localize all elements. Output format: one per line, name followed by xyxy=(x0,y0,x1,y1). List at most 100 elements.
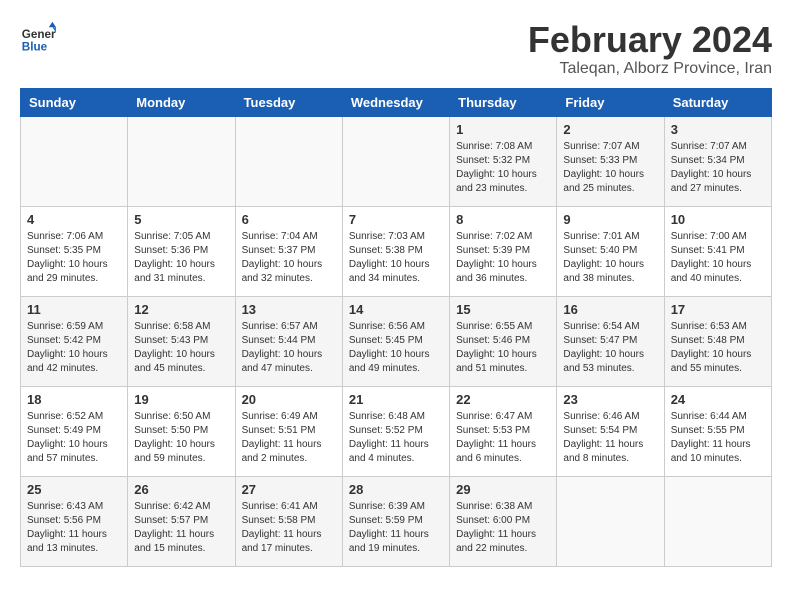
day-info: Sunrise: 6:48 AM Sunset: 5:52 PM Dayligh… xyxy=(349,410,443,466)
calendar-day-cell: 6 Sunrise: 7:04 AM Sunset: 5:37 PM Daylig… xyxy=(235,206,342,296)
day-info: Sunrise: 6:58 AM Sunset: 5:43 PM Dayligh… xyxy=(134,320,228,376)
calendar-day-cell: 22 Sunrise: 6:47 AM Sunset: 5:53 PM Dayli… xyxy=(450,386,557,476)
page-title: February 2024 xyxy=(528,20,772,60)
day-info: Sunrise: 7:08 AM Sunset: 5:32 PM Dayligh… xyxy=(456,140,550,196)
day-number: 18 xyxy=(27,392,121,407)
calendar-day-cell: 3 Sunrise: 7:07 AM Sunset: 5:34 PM Daylig… xyxy=(664,116,771,206)
day-info: Sunrise: 7:02 AM Sunset: 5:39 PM Dayligh… xyxy=(456,230,550,286)
calendar-day-cell: 13Sunrise: 6:57 AM Sunset: 5:44 PM Dayli… xyxy=(235,296,342,386)
day-info: Sunrise: 7:03 AM Sunset: 5:38 PM Dayligh… xyxy=(349,230,443,286)
day-number: 24 xyxy=(671,392,765,407)
svg-text:General: General xyxy=(22,28,56,41)
day-number: 2 xyxy=(563,122,657,137)
day-number: 6 xyxy=(242,212,336,227)
day-number: 29 xyxy=(456,482,550,497)
day-info: Sunrise: 7:00 AM Sunset: 5:41 PM Dayligh… xyxy=(671,230,765,286)
calendar-day-cell: 2Sunrise: 7:07 AM Sunset: 5:33 PM Daylig… xyxy=(557,116,664,206)
day-number: 5 xyxy=(134,212,228,227)
day-of-week-header: Wednesday xyxy=(342,88,449,116)
day-info: Sunrise: 6:49 AM Sunset: 5:51 PM Dayligh… xyxy=(242,410,336,466)
calendar-table: SundayMondayTuesdayWednesdayThursdayFrid… xyxy=(20,88,772,567)
calendar-day-cell xyxy=(342,116,449,206)
day-of-week-header: Tuesday xyxy=(235,88,342,116)
calendar-day-cell: 28Sunrise: 6:39 AM Sunset: 5:59 PM Dayli… xyxy=(342,476,449,566)
day-info: Sunrise: 7:06 AM Sunset: 5:35 PM Dayligh… xyxy=(27,230,121,286)
calendar-day-cell: 7 Sunrise: 7:03 AM Sunset: 5:38 PM Daylig… xyxy=(342,206,449,296)
day-number: 20 xyxy=(242,392,336,407)
calendar-day-cell: 14 Sunrise: 6:56 AM Sunset: 5:45 PM Dayli… xyxy=(342,296,449,386)
calendar-day-cell: 12 Sunrise: 6:58 AM Sunset: 5:43 PM Dayli… xyxy=(128,296,235,386)
page-subtitle: Taleqan, Alborz Province, Iran xyxy=(528,60,772,78)
calendar-day-cell: 21 Sunrise: 6:48 AM Sunset: 5:52 PM Dayli… xyxy=(342,386,449,476)
day-info: Sunrise: 6:52 AM Sunset: 5:49 PM Dayligh… xyxy=(27,410,121,466)
day-info: Sunrise: 6:46 AM Sunset: 5:54 PM Dayligh… xyxy=(563,410,657,466)
calendar-day-cell: 29 Sunrise: 6:38 AM Sunset: 6:00 PM Dayli… xyxy=(450,476,557,566)
day-info: Sunrise: 6:56 AM Sunset: 5:45 PM Dayligh… xyxy=(349,320,443,376)
day-number: 11 xyxy=(27,302,121,317)
calendar-day-cell: 4 Sunrise: 7:06 AM Sunset: 5:35 PM Daylig… xyxy=(21,206,128,296)
calendar-day-cell xyxy=(557,476,664,566)
day-number: 26 xyxy=(134,482,228,497)
calendar-week-row: 11 Sunrise: 6:59 AM Sunset: 5:42 PM Dayli… xyxy=(21,296,772,386)
day-info: Sunrise: 6:55 AM Sunset: 5:46 PM Dayligh… xyxy=(456,320,550,376)
days-of-week-header: SundayMondayTuesdayWednesdayThursdayFrid… xyxy=(21,88,772,116)
day-info: Sunrise: 6:43 AM Sunset: 5:56 PM Dayligh… xyxy=(27,500,121,556)
calendar-day-cell: 23 Sunrise: 6:46 AM Sunset: 5:54 PM Dayli… xyxy=(557,386,664,476)
day-info: Sunrise: 6:42 AM Sunset: 5:57 PM Dayligh… xyxy=(134,500,228,556)
day-info: Sunrise: 6:47 AM Sunset: 5:53 PM Dayligh… xyxy=(456,410,550,466)
calendar-week-row: 1 Sunrise: 7:08 AM Sunset: 5:32 PM Daylig… xyxy=(21,116,772,206)
day-of-week-header: Friday xyxy=(557,88,664,116)
calendar-day-cell: 5 Sunrise: 7:05 AM Sunset: 5:36 PM Daylig… xyxy=(128,206,235,296)
calendar-day-cell: 17 Sunrise: 6:53 AM Sunset: 5:48 PM Dayli… xyxy=(664,296,771,386)
day-info: Sunrise: 7:07 AM Sunset: 5:34 PM Dayligh… xyxy=(671,140,765,196)
svg-text:Blue: Blue xyxy=(22,41,48,54)
day-number: 22 xyxy=(456,392,550,407)
calendar-day-cell: 27 Sunrise: 6:41 AM Sunset: 5:58 PM Dayli… xyxy=(235,476,342,566)
logo: General Blue xyxy=(20,20,56,56)
calendar-body: 1 Sunrise: 7:08 AM Sunset: 5:32 PM Daylig… xyxy=(21,116,772,566)
calendar-day-cell: 25 Sunrise: 6:43 AM Sunset: 5:56 PM Dayli… xyxy=(21,476,128,566)
calendar-day-cell xyxy=(664,476,771,566)
calendar-day-cell xyxy=(21,116,128,206)
day-of-week-header: Thursday xyxy=(450,88,557,116)
day-info: Sunrise: 6:39 AM Sunset: 5:59 PM Dayligh… xyxy=(349,500,443,556)
day-number: 16 xyxy=(563,302,657,317)
day-of-week-header: Saturday xyxy=(664,88,771,116)
day-number: 1 xyxy=(456,122,550,137)
day-info: Sunrise: 6:59 AM Sunset: 5:42 PM Dayligh… xyxy=(27,320,121,376)
calendar-week-row: 4 Sunrise: 7:06 AM Sunset: 5:35 PM Daylig… xyxy=(21,206,772,296)
calendar-day-cell: 9 Sunrise: 7:01 AM Sunset: 5:40 PM Daylig… xyxy=(557,206,664,296)
calendar-week-row: 18 Sunrise: 6:52 AM Sunset: 5:49 PM Dayli… xyxy=(21,386,772,476)
day-number: 15 xyxy=(456,302,550,317)
day-info: Sunrise: 6:53 AM Sunset: 5:48 PM Dayligh… xyxy=(671,320,765,376)
day-number: 7 xyxy=(349,212,443,227)
calendar-day-cell: 11 Sunrise: 6:59 AM Sunset: 5:42 PM Dayli… xyxy=(21,296,128,386)
day-number: 13 xyxy=(242,302,336,317)
day-number: 3 xyxy=(671,122,765,137)
day-number: 25 xyxy=(27,482,121,497)
day-number: 12 xyxy=(134,302,228,317)
calendar-day-cell: 16 Sunrise: 6:54 AM Sunset: 5:47 PM Dayli… xyxy=(557,296,664,386)
calendar-day-cell xyxy=(128,116,235,206)
day-info: Sunrise: 6:41 AM Sunset: 5:58 PM Dayligh… xyxy=(242,500,336,556)
day-number: 21 xyxy=(349,392,443,407)
day-of-week-header: Sunday xyxy=(21,88,128,116)
calendar-day-cell: 8 Sunrise: 7:02 AM Sunset: 5:39 PM Daylig… xyxy=(450,206,557,296)
day-number: 4 xyxy=(27,212,121,227)
calendar-week-row: 25 Sunrise: 6:43 AM Sunset: 5:56 PM Dayli… xyxy=(21,476,772,566)
calendar-day-cell xyxy=(235,116,342,206)
day-info: Sunrise: 7:05 AM Sunset: 5:36 PM Dayligh… xyxy=(134,230,228,286)
day-number: 17 xyxy=(671,302,765,317)
day-number: 9 xyxy=(563,212,657,227)
day-info: Sunrise: 7:01 AM Sunset: 5:40 PM Dayligh… xyxy=(563,230,657,286)
day-info: Sunrise: 6:38 AM Sunset: 6:00 PM Dayligh… xyxy=(456,500,550,556)
calendar-day-cell: 19Sunrise: 6:50 AM Sunset: 5:50 PM Dayli… xyxy=(128,386,235,476)
day-number: 14 xyxy=(349,302,443,317)
day-number: 27 xyxy=(242,482,336,497)
day-number: 10 xyxy=(671,212,765,227)
day-number: 8 xyxy=(456,212,550,227)
day-number: 23 xyxy=(563,392,657,407)
day-number: 19 xyxy=(134,392,228,407)
day-info: Sunrise: 6:54 AM Sunset: 5:47 PM Dayligh… xyxy=(563,320,657,376)
day-info: Sunrise: 7:04 AM Sunset: 5:37 PM Dayligh… xyxy=(242,230,336,286)
